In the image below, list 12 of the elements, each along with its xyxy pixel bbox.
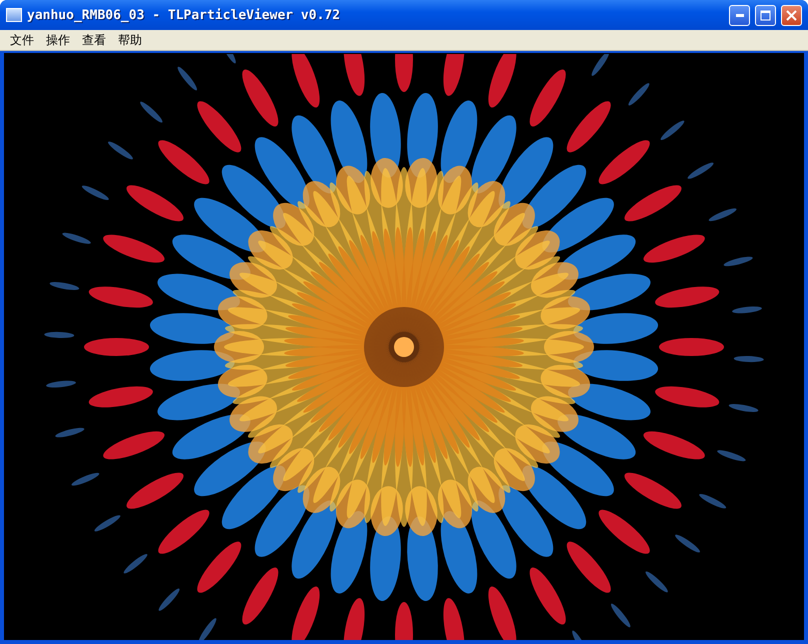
menu-item[interactable]: 查看 <box>76 32 112 48</box>
menu-item[interactable]: 帮助 <box>112 32 148 48</box>
minimize-icon <box>736 14 744 16</box>
close-icon <box>786 10 797 20</box>
maximize-button[interactable] <box>755 4 776 26</box>
menu-item[interactable]: 操作 <box>40 32 76 48</box>
window-title: yanhuo_RMB06_03 - TLParticleViewer v0.72 <box>27 8 342 22</box>
maximize-icon <box>760 10 771 20</box>
menu-item[interactable]: 文件 <box>4 32 40 48</box>
close-button[interactable] <box>781 4 802 26</box>
minimize-button[interactable] <box>729 4 750 26</box>
app-icon <box>6 8 22 22</box>
